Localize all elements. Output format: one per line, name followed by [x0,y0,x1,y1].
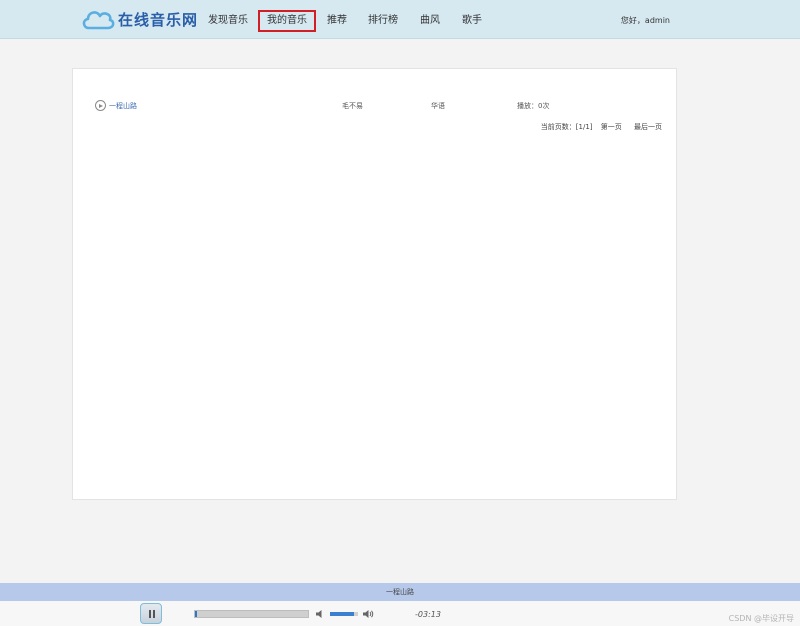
volume-up-icon[interactable] [362,608,374,620]
progress-slider[interactable] [194,610,309,618]
user-greeting: 您好，admin [621,15,670,26]
volume-fill [330,612,354,616]
song-row: 一程山路 毛不易 华语 播放：0次 [95,99,665,113]
pager-current: 当前页数：[1/1] [540,123,593,131]
song-artist: 毛不易 [342,102,363,110]
song-play-count: 播放：0次 [517,102,550,110]
greeting-text: 您好， [620,16,645,25]
pager-last-button[interactable]: 最后一页 [634,123,662,131]
nav-discover-music[interactable]: 发现音乐 [208,10,248,32]
site-logo[interactable]: 在线音乐网 [80,6,198,32]
nav-singers[interactable]: 歌手 [462,10,482,32]
song-title[interactable]: 一程山路 [109,101,137,111]
nav-genres[interactable]: 曲风 [420,10,440,32]
cloud-icon [82,11,115,30]
now-playing-title: 一程山路 [386,588,414,596]
song-list-panel: 一程山路 毛不易 华语 播放：0次 当前页数：[1/1] 第一页 最后一页 [72,68,677,500]
song-genre: 华语 [431,102,445,110]
nav-charts[interactable]: 排行榜 [368,10,398,32]
top-header: 在线音乐网 发现音乐 我的音乐 推荐 排行榜 曲风 歌手 您好，admin [0,0,800,39]
pager-first-button[interactable]: 第一页 [601,123,622,131]
nav-my-music[interactable]: 我的音乐 [258,10,316,32]
pause-button[interactable] [140,603,162,624]
watermark-text: CSDN @毕设开导 [728,614,794,623]
audio-player: -03:13 CSDN @毕设开导 [0,601,800,626]
volume-slider[interactable] [330,612,358,616]
pagination: 当前页数：[1/1] 第一页 最后一页 [541,122,662,132]
nav-recommend[interactable]: 推荐 [327,10,347,32]
site-name: 在线音乐网 [118,10,199,29]
time-remaining: -03:13 [415,610,441,619]
now-playing-bar: 一程山路 [0,583,800,601]
play-circle-icon[interactable] [95,100,106,111]
progress-fill [195,611,197,617]
username-link[interactable]: admin [645,16,670,25]
volume-mute-icon[interactable] [315,609,325,619]
